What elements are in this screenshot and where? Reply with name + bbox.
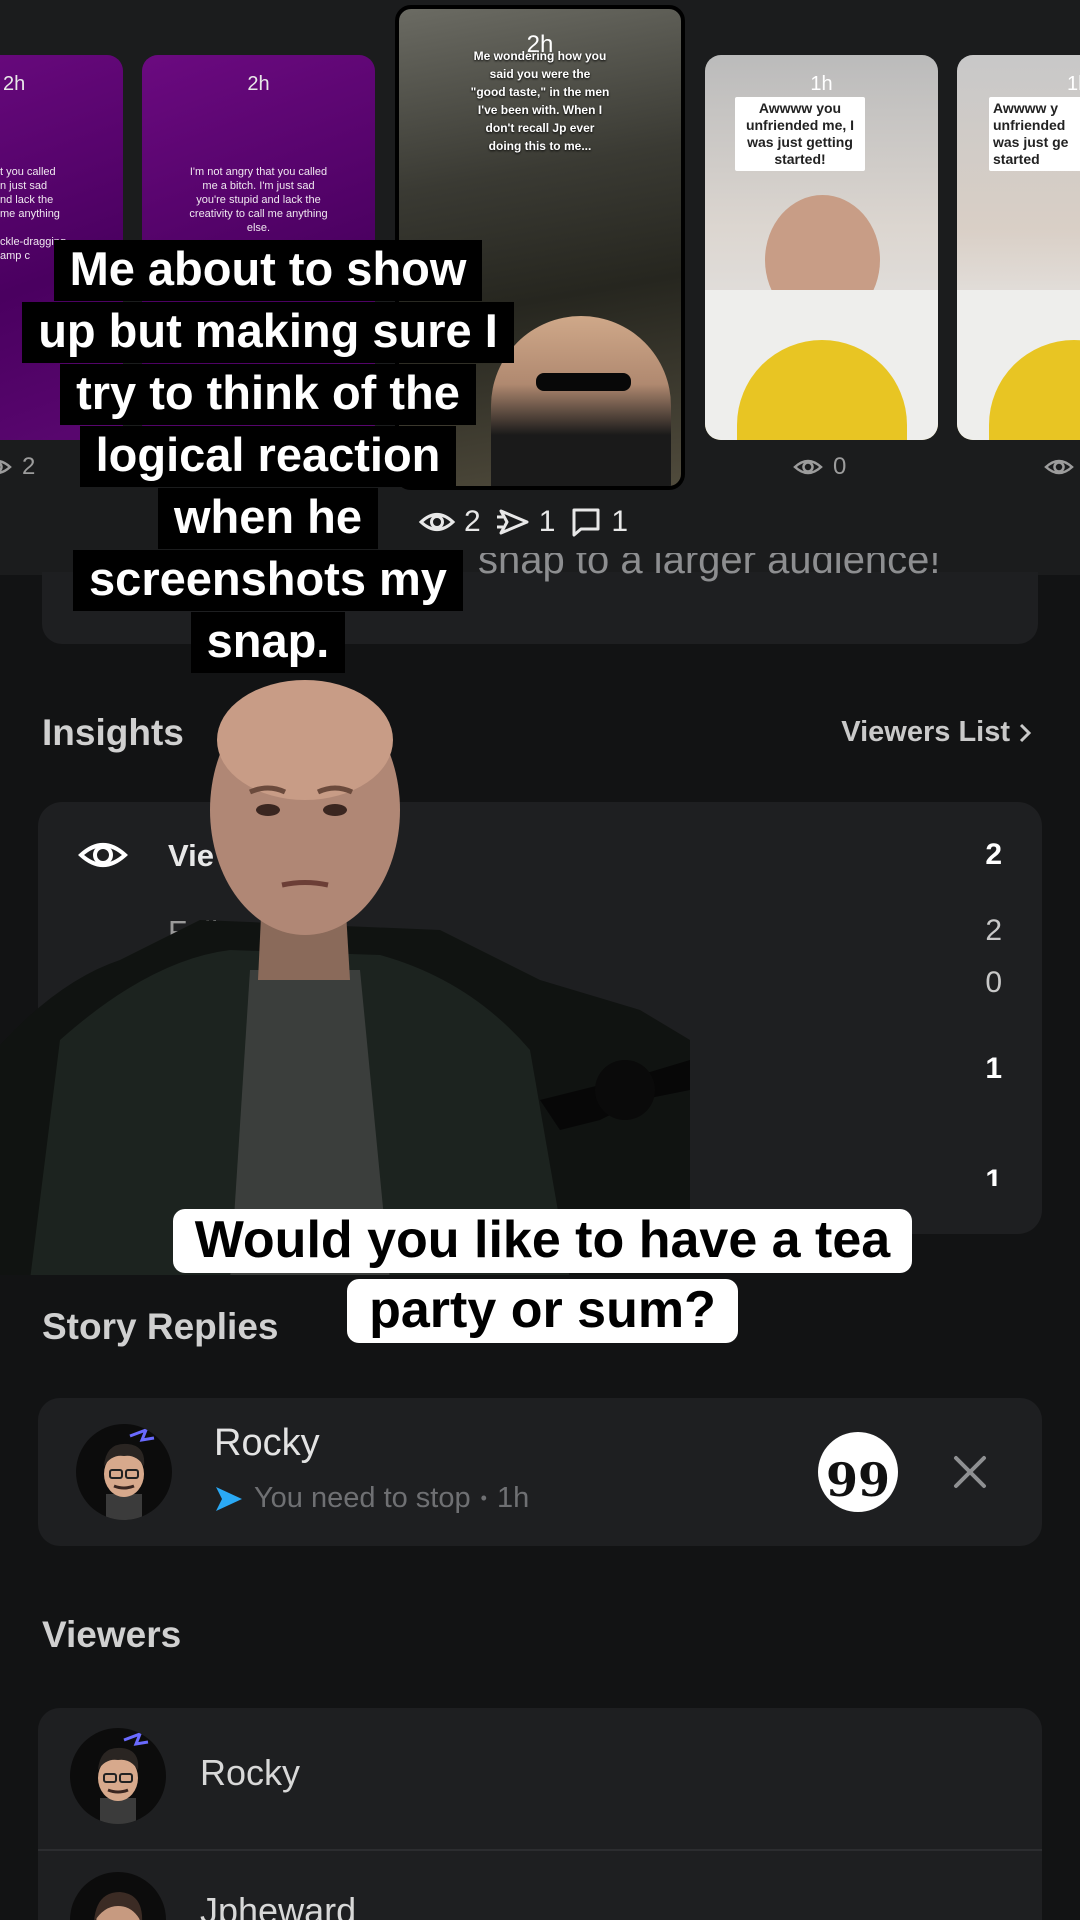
caption-line: when he	[157, 488, 379, 549]
divider	[38, 1849, 1042, 1851]
bitmoji-avatar-icon	[104, 1427, 155, 1520]
insights-card: Vie 2 Follo 2 0 1 1	[38, 802, 1042, 1234]
viewer-name[interactable]: Jpheward	[200, 1890, 356, 1920]
viewers-list	[38, 1708, 1042, 1920]
reply-sender-name: Rocky	[214, 1422, 320, 1464]
insight-value-3: 1	[985, 1052, 1002, 1085]
story-replies-title: Story Replies	[42, 1306, 279, 1347]
eye-icon	[793, 459, 823, 475]
sunglasses-graphic	[536, 373, 631, 391]
views-total: 2	[985, 838, 1002, 871]
viewer-name[interactable]: Rocky	[200, 1752, 300, 1794]
story-age: 2h	[3, 73, 26, 95]
dot-separator: •	[480, 1488, 487, 1508]
eye-icon	[78, 843, 128, 867]
story-views-5	[1044, 452, 1074, 482]
viewers-list-label: Viewers List	[841, 716, 1010, 748]
reply-message-row: You need to stop • 1h	[214, 1482, 529, 1515]
story-caption: Me wondering how you said you were the "…	[470, 49, 610, 153]
eye-icon	[0, 460, 12, 474]
close-icon[interactable]	[942, 1444, 998, 1500]
story-views-4: 0	[793, 452, 846, 482]
story-thumbnail-4[interactable]: 1h Awwww you unfriended me, I was just g…	[705, 55, 938, 440]
story-thumbnail-5[interactable]: 1h Awwww y unfriended was just ge starte…	[957, 55, 1080, 440]
story-age: 1h	[810, 73, 833, 95]
caption-line: Would you like to have a tea	[172, 1209, 913, 1273]
insight-value-4: 1	[985, 1164, 1002, 1186]
avatar[interactable]	[76, 1424, 172, 1520]
chevron-right-icon	[1019, 723, 1032, 742]
caption-line: try to think of the	[60, 364, 476, 425]
reply-message: You need to stop	[254, 1482, 471, 1514]
caption-line: Me about to show	[53, 240, 483, 301]
story-age: 1h	[1067, 73, 1080, 95]
story-photo-person	[491, 316, 671, 486]
avatar[interactable]	[70, 1728, 166, 1824]
caption-line: snap.	[190, 612, 346, 673]
viewers-list-link[interactable]: Viewers List	[841, 716, 1032, 749]
followers-count: 2	[985, 914, 1002, 947]
meme-top-caption: Me about to show up but making sure I tr…	[18, 238, 518, 673]
sent-arrow-icon	[216, 1486, 242, 1511]
caption-line: up but making sure I	[22, 302, 514, 363]
story-caption: Awwww you unfriended me, I was just gett…	[735, 97, 865, 171]
quote-reply-button[interactable]: 99	[818, 1432, 898, 1512]
followers-label: Follo	[168, 914, 236, 949]
story-caption: I'm not angry that you called me a bitch…	[189, 166, 328, 234]
eye-icon	[1044, 459, 1074, 475]
quote-icon: 99	[825, 1453, 890, 1507]
reply-time: 1h	[496, 1482, 530, 1514]
replies-count: 1	[611, 505, 629, 538]
story-age: 2h	[247, 73, 270, 95]
story-caption: Awwww y unfriended was just ge started	[989, 97, 1080, 171]
shares-count: 1	[538, 505, 556, 538]
views-count: 0	[833, 453, 847, 480]
chat-bubble-icon	[572, 508, 600, 537]
insights-title: Insights	[42, 712, 184, 753]
views-label: Vie	[168, 838, 214, 873]
others-count: 0	[985, 966, 1002, 999]
caption-line: screenshots my	[73, 550, 463, 611]
viewers-title: Viewers	[42, 1614, 182, 1655]
caption-line: logical reaction	[79, 426, 457, 487]
caption-line: party or sum?	[347, 1279, 738, 1343]
replies-stat: 1	[569, 505, 628, 539]
bitmoji-avatar-icon	[98, 1731, 149, 1824]
